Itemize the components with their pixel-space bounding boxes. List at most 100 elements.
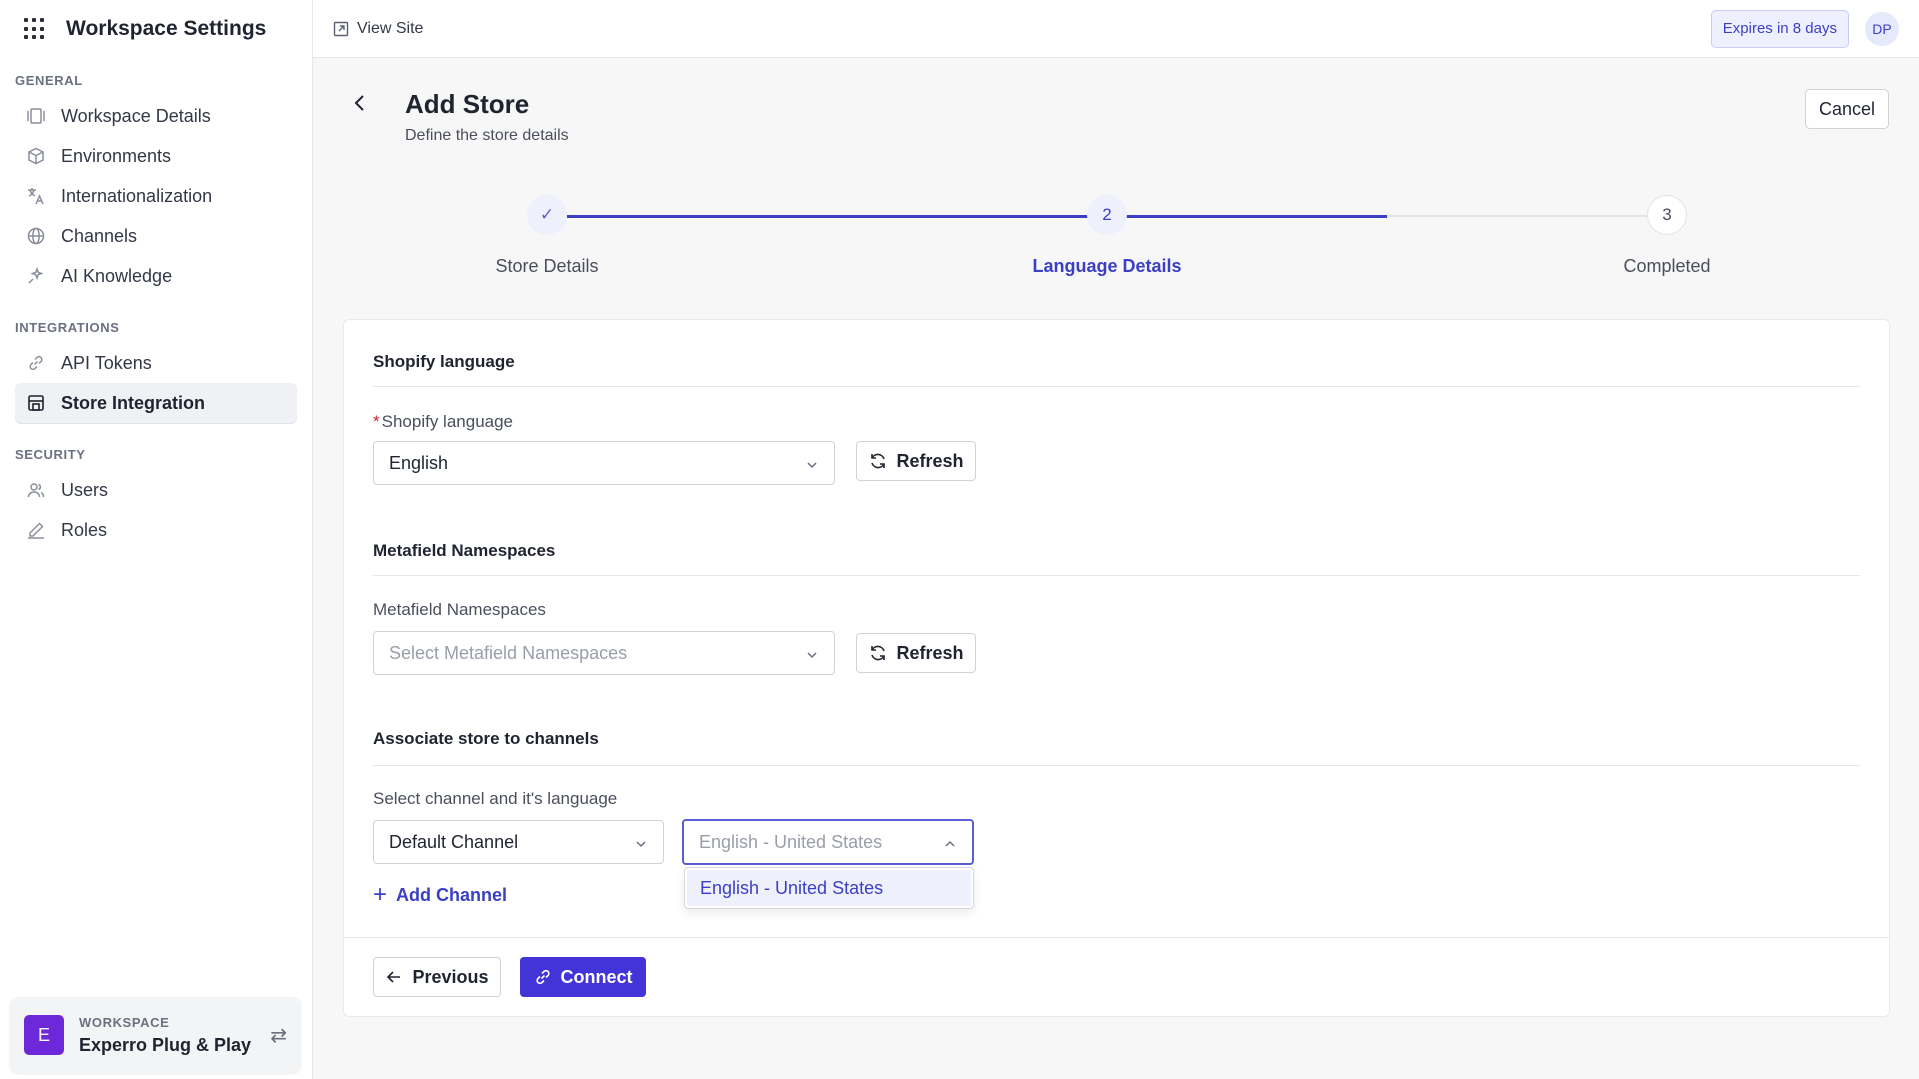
chevron-down-icon — [805, 646, 819, 660]
app-root: Workspace Settings GENERAL Workspace Det… — [0, 0, 1919, 1079]
sidebar-item-users[interactable]: Users — [15, 470, 297, 510]
main-content: View Site Expires in 8 days DP Add Store… — [313, 0, 1919, 1079]
step-remaining-line — [1387, 215, 1647, 217]
workspace-label: WORKSPACE — [79, 1014, 170, 1030]
channels-section-title: Associate store to channels — [373, 729, 599, 748]
sidebar-item-label: API Tokens — [61, 352, 152, 373]
link-icon — [534, 968, 552, 986]
page-subtitle: Define the store details — [405, 127, 569, 144]
section-integrations-label: INTEGRATIONS — [15, 320, 120, 335]
sidebar-item-label: Channels — [61, 225, 138, 246]
chevron-up-icon — [943, 835, 957, 849]
cube-icon — [27, 147, 45, 165]
link-icon — [27, 354, 45, 372]
pen-icon — [27, 521, 45, 539]
check-icon: ✓ — [539, 205, 555, 224]
workspace-info: WORKSPACE Experro Plug & Play — [79, 1015, 251, 1056]
chevron-down-icon — [634, 835, 648, 849]
sidebar-item-ai-knowledge[interactable]: AI Knowledge — [15, 256, 297, 296]
select-value: Default Channel — [389, 831, 519, 852]
add-channel-button[interactable]: + Add Channel — [373, 883, 507, 907]
sidebar-item-channels[interactable]: Channels — [15, 216, 297, 256]
cancel-button[interactable]: Cancel — [1805, 89, 1889, 129]
sidebar-item-label: Internationalization — [61, 185, 213, 206]
metafield-label: Metafield Namespaces — [373, 600, 546, 619]
section-general-label: GENERAL — [15, 73, 83, 88]
swap-icon[interactable]: ⇄ — [270, 1023, 287, 1048]
sidebar-item-store-integration[interactable]: Store Integration — [15, 383, 297, 423]
step-2-label: Language Details — [1032, 256, 1182, 276]
page-title: Add Store — [405, 89, 530, 119]
sidebar-item-roles[interactable]: Roles — [15, 510, 297, 550]
divider — [373, 765, 1860, 766]
section-security-label: SECURITY — [15, 447, 86, 462]
language-dropdown-menu: English - United States — [684, 867, 974, 909]
sidebar: Workspace Settings GENERAL Workspace Det… — [0, 0, 313, 1079]
stepper: ✓ 2 3 Store Details Language Details Com… — [313, 195, 1919, 285]
step-3-marker: 3 — [1647, 195, 1687, 235]
store-icon — [27, 394, 45, 412]
sidebar-item-label: Environments — [61, 145, 172, 166]
select-value: English — [389, 452, 449, 473]
view-site-label: View Site — [357, 19, 424, 37]
topbar: View Site Expires in 8 days DP — [313, 0, 1919, 58]
step-1-marker: ✓ — [527, 195, 567, 235]
sidebar-title: Workspace Settings — [66, 17, 267, 40]
sidebar-item-internationalization[interactable]: Internationalization — [15, 176, 297, 216]
step-progress-line — [567, 215, 1387, 218]
sidebar-header: Workspace Settings — [0, 0, 312, 58]
divider — [373, 575, 1860, 576]
arrow-left-icon — [385, 968, 403, 986]
metafield-namespaces-select[interactable]: Select Metafield Namespaces — [373, 631, 835, 675]
refresh-metafield-button[interactable]: Refresh — [856, 633, 976, 673]
plus-icon: + — [373, 881, 388, 908]
channel-language-label: Select channel and it's language — [373, 789, 618, 808]
divider — [373, 386, 1860, 387]
topbar-right: Expires in 8 days DP — [1710, 9, 1899, 48]
shopify-language-label: * Shopify language — [373, 412, 514, 431]
refresh-icon — [868, 451, 888, 471]
sidebar-item-label: Roles — [61, 519, 108, 540]
previous-button[interactable]: Previous — [373, 957, 501, 997]
external-link-icon — [333, 21, 349, 37]
sparkle-icon — [27, 267, 45, 285]
globe-icon — [27, 227, 45, 245]
footer-divider — [344, 937, 1889, 938]
connect-button[interactable]: Connect — [520, 957, 646, 997]
sidebar-item-label: Users — [61, 479, 109, 500]
shopify-language-select[interactable]: English — [373, 441, 835, 485]
chevron-down-icon — [805, 456, 819, 470]
shopify-section-title: Shopify language — [373, 352, 515, 371]
required-asterisk: * — [373, 412, 380, 431]
channel-language-select[interactable]: English - United States — [682, 819, 974, 865]
view-site-link[interactable]: View Site — [333, 20, 423, 38]
select-placeholder: Select Metafield Namespaces — [389, 642, 628, 663]
metafield-section-title: Metafield Namespaces — [373, 541, 556, 560]
back-arrow-icon[interactable] — [349, 92, 371, 114]
sidebar-item-label: Workspace Details — [61, 105, 211, 126]
users-icon — [27, 481, 45, 499]
apps-grid-icon[interactable] — [24, 18, 46, 40]
sidebar-item-label: AI Knowledge — [61, 265, 173, 286]
sidebar-item-label: Store Integration — [61, 392, 206, 413]
refresh-language-button[interactable]: Refresh — [856, 441, 976, 481]
form-card: Shopify language * Shopify language Engli… — [343, 319, 1890, 1017]
step-2-marker: 2 — [1087, 195, 1127, 235]
workspace-avatar: E — [24, 1015, 64, 1055]
page-header: Add Store Define the store details Cance… — [333, 84, 1889, 154]
channel-select[interactable]: Default Channel — [373, 820, 664, 864]
workspace-switcher[interactable]: E WORKSPACE Experro Plug & Play ⇄ — [10, 997, 301, 1073]
expires-badge[interactable]: Expires in 8 days — [1710, 9, 1849, 48]
user-avatar[interactable]: DP — [1865, 11, 1899, 46]
workspace-name: Experro Plug & Play — [79, 1034, 252, 1055]
sidebar-item-workspace-details[interactable]: Workspace Details — [15, 96, 297, 136]
panel-icon — [27, 107, 45, 125]
sidebar-item-api-tokens[interactable]: API Tokens — [15, 343, 297, 383]
sidebar-item-environments[interactable]: Environments — [15, 136, 297, 176]
step-1-label: Store Details — [495, 256, 599, 276]
refresh-icon — [868, 643, 888, 663]
dropdown-option[interactable]: English - United States — [687, 870, 971, 906]
step-3-label: Completed — [1623, 256, 1711, 276]
translate-icon — [27, 187, 45, 205]
select-placeholder: English - United States — [699, 831, 883, 852]
